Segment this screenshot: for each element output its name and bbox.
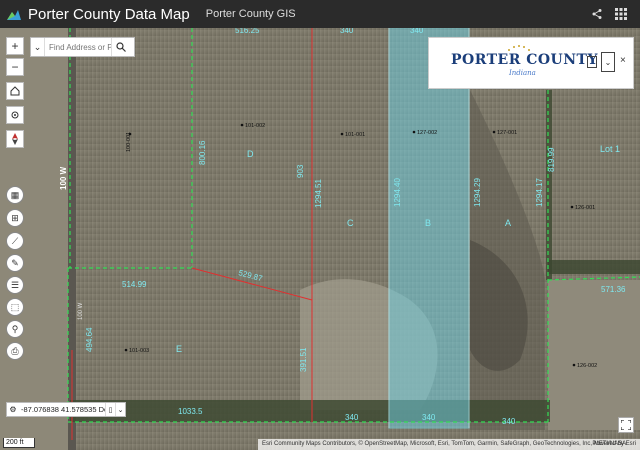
svg-text:340: 340 — [422, 413, 436, 422]
pencil-icon: ✎ — [11, 257, 19, 268]
map-view[interactable]: 516.25 340 340 800.16 903 1294.51 1294.4… — [0, 28, 640, 450]
basemap-icon: ⊞ — [11, 212, 19, 223]
crosshair-icon — [11, 111, 19, 119]
svg-text:100 W: 100 W — [78, 302, 84, 320]
expand-dropdown-button[interactable]: ⌄ — [601, 52, 615, 72]
svg-text:340: 340 — [410, 28, 424, 35]
svg-text:C: C — [347, 218, 354, 228]
zoom-out-button[interactable]: − — [6, 58, 24, 76]
svg-text:391.51: 391.51 — [299, 347, 308, 372]
svg-text:127-001: 127-001 — [497, 130, 517, 136]
coordinate-display: ⚙ -87.076838 41.578535 Degr... ▯ ⌄ — [6, 402, 126, 417]
svg-text:D: D — [247, 149, 254, 159]
app-subtitle: Porter County GIS — [205, 8, 296, 20]
svg-text:E: E — [176, 344, 182, 354]
ruler-icon: ⟋ — [11, 235, 19, 246]
svg-text:101-003: 101-003 — [129, 348, 149, 354]
apps-grid-icon[interactable] — [614, 7, 628, 21]
svg-text:340: 340 — [502, 417, 516, 426]
svg-text:Lot 1: Lot 1 — [600, 144, 620, 154]
svg-text:1033.5: 1033.5 — [178, 407, 203, 416]
county-logo-panel: PORTER COUNTY Indiana ⌄ × — [428, 37, 634, 89]
svg-text:101-001: 101-001 — [345, 132, 365, 138]
svg-text:127-002: 127-002 — [417, 130, 437, 136]
powered-by[interactable]: Powered by Esri — [592, 439, 636, 450]
app-title: Porter County Data Map — [28, 5, 190, 23]
svg-text:100 W: 100 W — [59, 166, 68, 190]
svg-text:1294.40: 1294.40 — [393, 178, 402, 207]
copy-icon[interactable]: ▯ — [105, 403, 115, 416]
chevron-down-icon: ⌄ — [604, 57, 612, 67]
zoom-in-button[interactable]: + — [6, 37, 24, 55]
svg-text:514.99: 514.99 — [122, 280, 147, 289]
svg-text:340: 340 — [345, 413, 359, 422]
draw-button[interactable]: ✎ — [6, 254, 24, 272]
close-icon[interactable]: × — [620, 55, 626, 66]
svg-text:1294.51: 1294.51 — [314, 179, 323, 208]
legend-icon: ☰ — [10, 279, 20, 290]
map-canvas: 516.25 340 340 800.16 903 1294.51 1294.4… — [0, 28, 640, 450]
county-logo-name: PORTER COUNTY — [451, 52, 598, 68]
svg-text:903: 903 — [296, 164, 305, 178]
print-button[interactable]: ⎙ — [6, 342, 24, 360]
search-input[interactable] — [45, 42, 111, 52]
print-icon: ⎙ — [11, 345, 19, 356]
legend-button[interactable]: ☰ — [6, 276, 24, 294]
svg-text:126-002: 126-002 — [577, 363, 597, 369]
measure-button[interactable]: ⟋ — [6, 232, 24, 250]
compass-button[interactable] — [6, 130, 24, 148]
compass-icon — [12, 133, 18, 145]
svg-text:101-002: 101-002 — [245, 123, 265, 129]
collapse-icon[interactable] — [587, 56, 597, 68]
app-header: Porter County Data Map Porter County GIS — [0, 0, 640, 28]
svg-text:819.99: 819.99 — [547, 147, 556, 172]
home-button[interactable] — [6, 82, 24, 100]
fullscreen-button[interactable] — [618, 417, 634, 433]
app-logo-icon — [7, 10, 21, 20]
attribution-bar: Esri Community Maps Contributors, © Open… — [258, 439, 640, 450]
search-button[interactable] — [111, 38, 129, 56]
attribution-text: Esri Community Maps Contributors, © Open… — [262, 441, 627, 447]
svg-text:A: A — [505, 218, 511, 228]
basemap-button[interactable]: ⊞ — [6, 209, 24, 227]
share-icon[interactable] — [590, 7, 604, 21]
svg-text:1294.29: 1294.29 — [473, 178, 482, 207]
select-icon: ⬚ — [10, 301, 20, 312]
svg-text:571.36: 571.36 — [601, 285, 626, 294]
home-icon — [10, 86, 20, 96]
select-button[interactable]: ⬚ — [6, 298, 24, 316]
svg-text:126-001: 126-001 — [575, 205, 595, 211]
fullscreen-icon — [621, 420, 631, 430]
svg-text:494.64: 494.64 — [85, 327, 94, 352]
svg-text:800.16: 800.16 — [198, 140, 207, 165]
gear-icon[interactable]: ⚙ — [7, 405, 19, 414]
stars-icon — [508, 45, 530, 51]
svg-text:1294.17: 1294.17 — [535, 178, 544, 207]
analysis-icon: ⚲ — [11, 323, 19, 334]
chevron-down-icon: ⌄ — [33, 42, 42, 52]
search-icon — [115, 42, 126, 52]
svg-text:340: 340 — [340, 28, 354, 35]
county-logo-sub: Indiana — [509, 69, 536, 77]
dim-label: 516.25 — [235, 28, 260, 35]
layers-icon: ▦ — [10, 189, 20, 200]
locate-button[interactable] — [6, 106, 24, 124]
search-source-dropdown[interactable]: ⌄ — [31, 38, 45, 56]
search-box: ⌄ — [30, 37, 135, 57]
svg-text:100-001: 100-001 — [126, 132, 132, 152]
svg-text:B: B — [425, 218, 431, 228]
chevron-down-icon[interactable]: ⌄ — [115, 403, 125, 416]
coordinate-value: -87.076838 41.578535 Degr... — [21, 405, 105, 414]
layers-button[interactable]: ▦ — [6, 186, 24, 204]
analysis-button[interactable]: ⚲ — [6, 320, 24, 338]
scale-bar: 200 ft — [3, 438, 35, 448]
